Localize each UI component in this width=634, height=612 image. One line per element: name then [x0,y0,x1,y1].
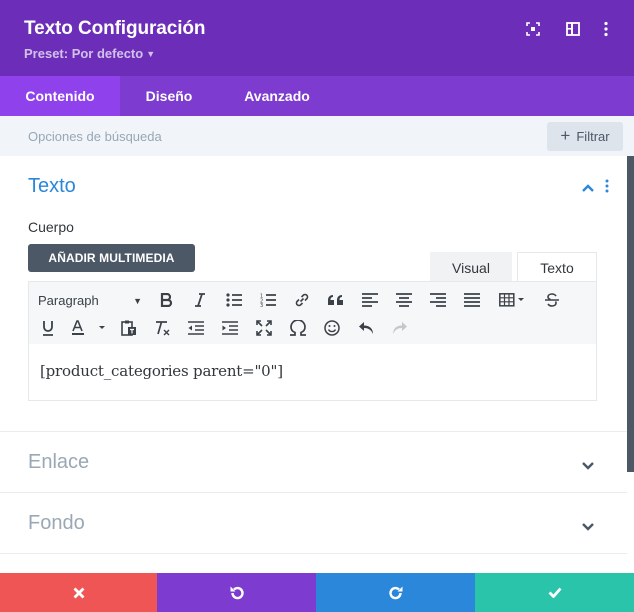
modal-footer [0,573,634,612]
save-button[interactable] [475,573,634,612]
preset-selector[interactable]: Preset: Por defecto ▼ [24,46,155,61]
clear-formatting-icon[interactable] [151,317,173,339]
section-divider [0,492,627,493]
scrollbar[interactable] [627,156,634,472]
paste-text-icon[interactable] [118,317,140,339]
section-title-fondo[interactable]: Fondo [28,512,85,535]
text-color-icon[interactable] [69,317,109,339]
section-divider [0,431,627,432]
filter-label: Filtrar [576,129,610,144]
preset-label: Preset: Por defecto [24,46,144,61]
undo-icon [230,586,244,599]
section-title-enlace[interactable]: Enlace [28,451,89,474]
more-options-icon[interactable] [595,18,617,40]
modal-title: Texto Configuración [24,18,206,39]
underline-icon[interactable] [37,317,59,339]
rich-text-editor: Paragraph ▼ 123 [product_categories pare… [28,281,597,401]
bold-icon[interactable] [155,289,177,311]
align-left-icon[interactable] [359,289,381,311]
strikethrough-icon[interactable] [541,289,563,311]
link-icon[interactable] [291,289,313,311]
special-character-icon[interactable] [287,317,309,339]
indent-icon[interactable] [219,317,241,339]
discard-button[interactable] [0,573,157,612]
chevron-down-icon[interactable] [581,458,595,476]
redo-icon [388,586,402,599]
fullscreen-editor-icon[interactable] [253,317,275,339]
align-right-icon[interactable] [427,289,449,311]
search-input[interactable] [14,122,434,150]
justify-icon[interactable] [461,289,483,311]
caret-down-icon: ▼ [146,49,156,59]
editor-content[interactable]: [product_categories parent="0"] [40,362,283,380]
chevron-up-icon[interactable] [581,180,595,198]
caret-down-icon: ▼ [133,296,142,306]
section-divider [0,553,627,554]
tab-texto[interactable]: Texto [517,252,597,282]
editor-toolbar: Paragraph ▼ 123 [29,282,596,344]
svg-text:3: 3 [260,303,263,307]
emoji-icon[interactable] [321,317,343,339]
filter-button[interactable]: + Filtrar [547,122,623,151]
close-icon [73,587,84,598]
outdent-icon[interactable] [185,317,207,339]
format-value: Paragraph [38,293,99,308]
checkmark-icon [548,587,562,598]
body-field-label: Cuerpo [28,219,74,235]
split-view-icon[interactable] [562,18,584,40]
tab-visual[interactable]: Visual [430,252,512,282]
bullet-list-icon[interactable] [223,289,245,311]
blockquote-icon[interactable] [325,289,347,311]
section-options-icon[interactable] [604,179,610,198]
modal-header: Texto Configuración Preset: Por defecto ▼ [0,0,634,76]
plus-icon: + [560,126,571,145]
tab-avanzado[interactable]: Avanzado [218,76,336,116]
tab-contenido[interactable]: Contenido [0,76,120,116]
italic-icon[interactable] [189,289,211,311]
redo-icon[interactable] [389,317,411,339]
redo-button[interactable] [316,573,475,612]
table-icon[interactable] [497,289,527,311]
format-dropdown[interactable]: Paragraph ▼ [38,290,142,312]
chevron-down-icon[interactable] [581,519,595,537]
search-bar: + Filtrar [0,116,634,156]
settings-tabs: Contenido Diseño Avanzado [0,76,634,116]
section-title-texto[interactable]: Texto [28,175,76,198]
undo-icon[interactable] [355,317,377,339]
tab-diseno[interactable]: Diseño [120,76,218,116]
undo-button[interactable] [157,573,316,612]
fullscreen-icon[interactable] [522,18,544,40]
align-center-icon[interactable] [393,289,415,311]
numbered-list-icon[interactable]: 123 [257,289,279,311]
add-media-button[interactable]: AÑADIR MULTIMEDIA [28,244,195,272]
